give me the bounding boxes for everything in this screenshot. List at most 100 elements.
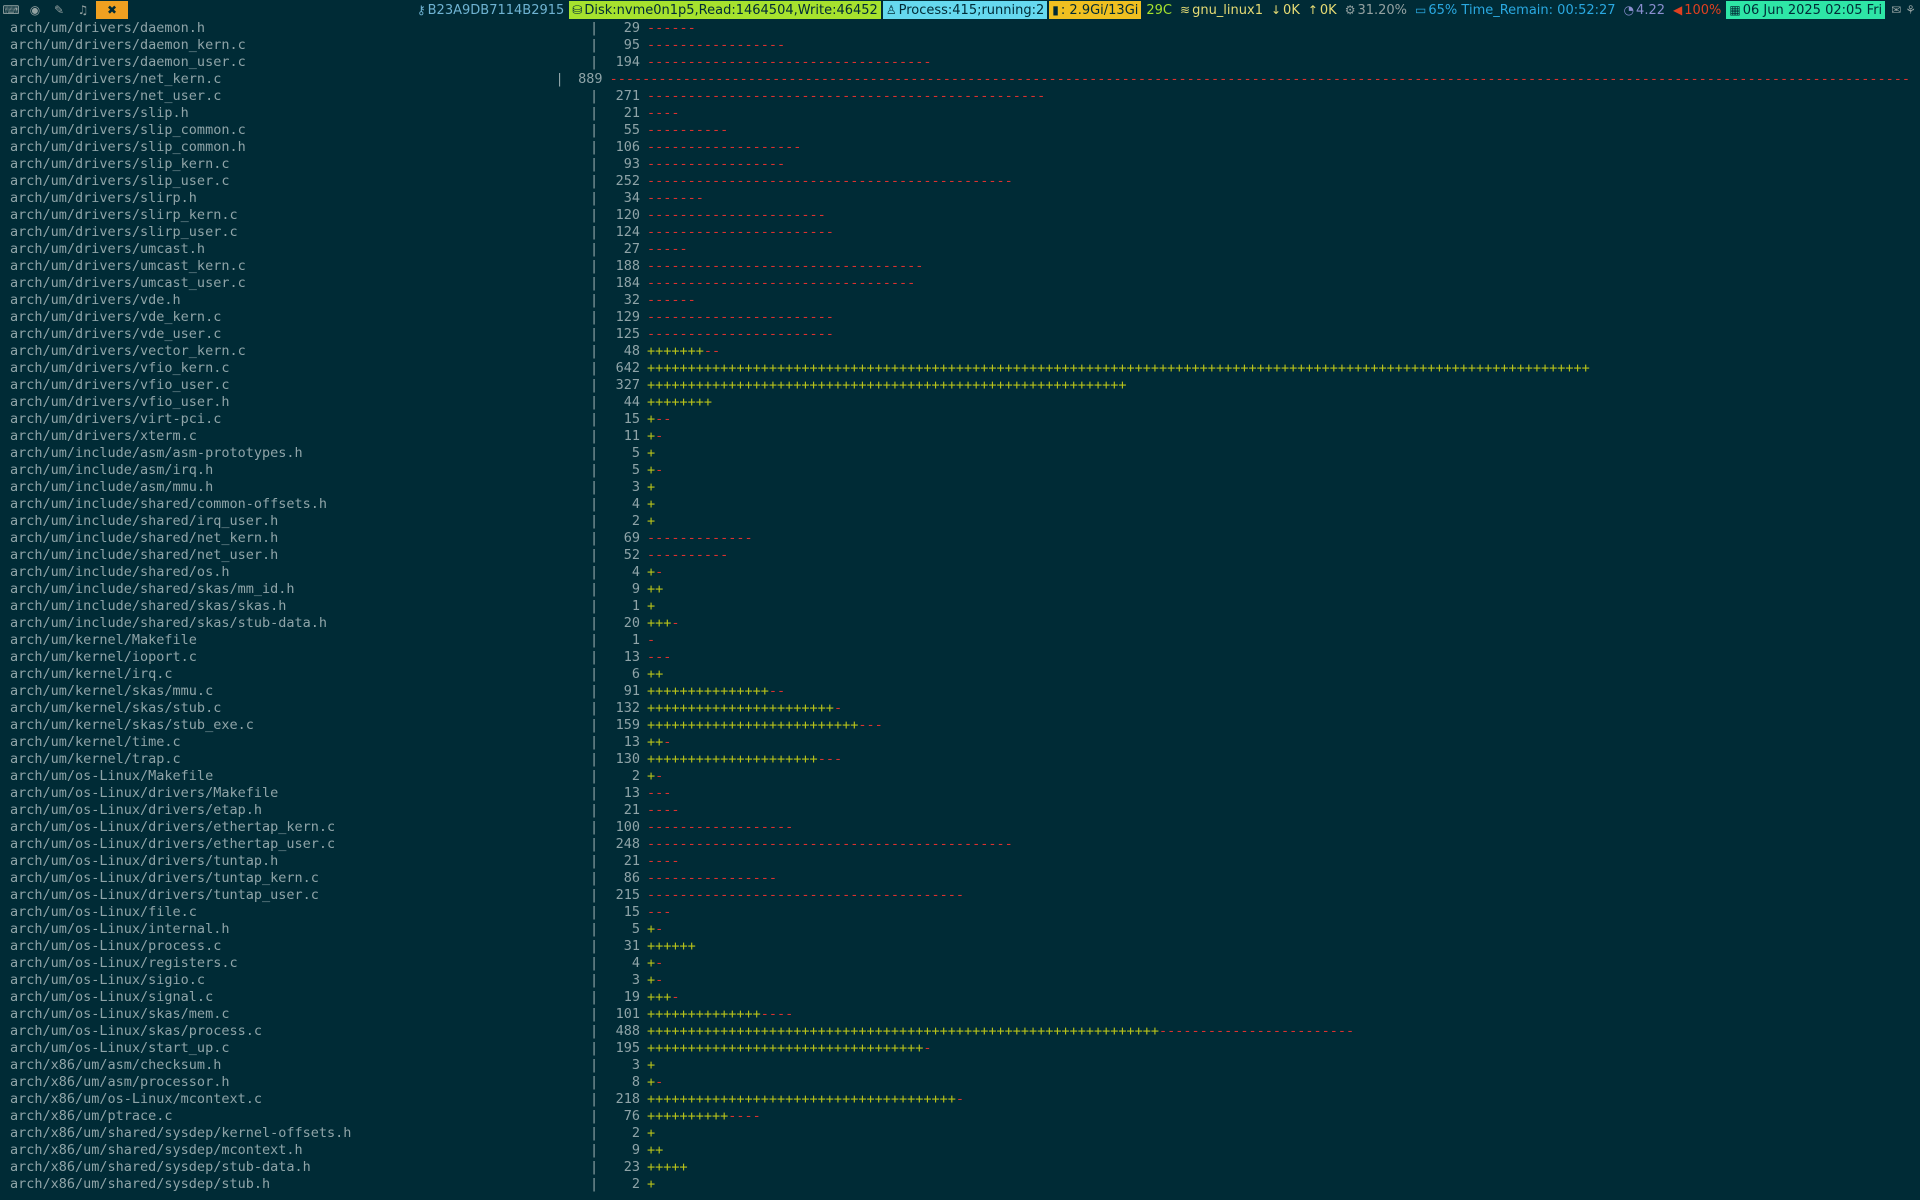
deletions-bar: ----------------------------------------… <box>647 88 1046 104</box>
diffstat-row: arch/um/include/shared/skas/mm_id.h | 9 ++ <box>10 581 1910 598</box>
column-separator: | <box>590 649 599 665</box>
diffstat-row: arch/um/drivers/vfio_user.c | 327 +++++++++… <box>10 377 1910 394</box>
deletions-bar: ---------- <box>647 547 729 563</box>
column-separator: | <box>590 751 599 767</box>
editor-icon[interactable]: ✎ <box>48 1 70 19</box>
additions-bar: + <box>647 445 656 461</box>
file-path: arch/um/drivers/umcast_kern.c <box>10 258 246 274</box>
diffstat-row: arch/um/drivers/virt-pci.c | 15 +-- <box>10 411 1910 428</box>
change-count: 271 <box>615 88 640 104</box>
deletions-bar: - <box>671 989 680 1005</box>
file-path: arch/um/drivers/slip_common.c <box>10 122 246 138</box>
battery-icon: ▭ <box>1415 3 1427 17</box>
diffstat-row: arch/x86/um/shared/sysdep/mcontext.h | 9 ++ <box>10 1142 1910 1159</box>
change-count: 130 <box>615 751 640 767</box>
change-bar: ---------------------- <box>647 207 826 224</box>
file-path: arch/um/os-Linux/drivers/ethertap_user.c <box>10 836 336 852</box>
network-segment: ≋ gnu_linux1 <box>1177 1 1266 19</box>
additions-bar: ++++++ <box>647 938 696 954</box>
change-bar: ---- <box>647 853 680 870</box>
battery-segment: ▭ 65% Time_Remain: 00:52:27 <box>1412 1 1619 19</box>
change-bar: ++++++++++++++++++++++++++++++++++++++++… <box>647 1023 1354 1040</box>
process-segment: ♙ Process:415;running:2 <box>882 1 1048 19</box>
diffstat-row: arch/um/os-Linux/drivers/tuntap.h | 21 ---- <box>10 853 1910 870</box>
additions-bar: + <box>647 1074 656 1090</box>
diffstat-row: arch/um/drivers/vfio_kern.c | 642 +++++++++… <box>10 360 1910 377</box>
change-count: 642 <box>615 360 640 376</box>
change-bar: ----------------------- <box>647 326 834 343</box>
file-path: arch/um/os-Linux/signal.c <box>10 989 214 1005</box>
terminal-diffstat-output[interactable]: arch/um/drivers/daemon.h | 29 ------ arch/um… <box>10 20 1910 1198</box>
change-bar: +- <box>647 972 663 989</box>
column-separator: | <box>590 309 599 325</box>
column-separator: | <box>590 938 599 954</box>
file-path: arch/um/os-Linux/process.c <box>10 938 222 954</box>
browser-icon[interactable]: ◉ <box>24 1 46 19</box>
column-separator: | <box>590 258 599 274</box>
additions-bar: ++++++++++++++++++++++++++++++++++++++++… <box>647 1023 1160 1039</box>
file-path: arch/um/drivers/umcast_user.c <box>10 275 246 291</box>
change-count: 3 <box>631 479 640 495</box>
deletions-bar: ---- <box>647 105 680 121</box>
deletions-bar: ------------------- <box>647 139 802 155</box>
change-bar: +++++++++++++++-- <box>647 683 785 700</box>
additions-bar: + <box>647 972 656 988</box>
additions-bar: + <box>647 513 656 529</box>
network-tray-icon[interactable]: ⚘ <box>1905 3 1916 17</box>
file-path: arch/um/drivers/vfio_user.c <box>10 377 230 393</box>
deletions-bar: ----------------------------------------… <box>647 173 1013 189</box>
deletions-bar: --------------------------------- <box>647 275 916 291</box>
tools-icon[interactable]: ✖ <box>96 1 128 19</box>
change-count: 252 <box>615 173 640 189</box>
additions-bar: + <box>647 496 656 512</box>
file-path: arch/um/os-Linux/skas/mem.c <box>10 1006 230 1022</box>
file-path: arch/um/os-Linux/internal.h <box>10 921 230 937</box>
mail-icon[interactable]: ✉ <box>1891 3 1901 17</box>
terminal-icon[interactable]: ⌨ <box>0 1 22 19</box>
diffstat-row: arch/um/include/asm/mmu.h | 3 + <box>10 479 1910 496</box>
change-count: 9 <box>631 1142 640 1158</box>
linux-icon[interactable]: ♫ <box>72 1 94 19</box>
change-count: 13 <box>623 785 640 801</box>
change-count: 4 <box>631 496 640 512</box>
file-path: arch/um/include/shared/irq_user.h <box>10 513 279 529</box>
change-count: 106 <box>615 139 640 155</box>
change-bar: +- <box>647 1074 663 1091</box>
file-path: arch/um/os-Linux/file.c <box>10 904 197 920</box>
change-bar: +++++ <box>647 1159 688 1176</box>
additions-bar: +++ <box>647 989 672 1005</box>
deletions-bar: - <box>655 1074 664 1090</box>
diffstat-row: arch/um/drivers/slip_common.c | 55 --------… <box>10 122 1910 139</box>
change-bar: ----------------- <box>647 156 785 173</box>
deletions-bar: ------------- <box>647 530 753 546</box>
change-bar: ---------- <box>647 547 728 564</box>
file-path: arch/um/drivers/vfio_user.h <box>10 394 230 410</box>
deletions-bar: ---- <box>760 1006 794 1022</box>
column-separator: | <box>590 1040 599 1056</box>
change-count: 5 <box>631 921 640 937</box>
change-bar: +++- <box>647 989 680 1006</box>
change-bar: ----------------------------------------… <box>647 836 1013 853</box>
temperature-text: 29C <box>1146 2 1173 18</box>
column-separator: | <box>590 1142 599 1158</box>
change-count: 488 <box>615 1023 640 1039</box>
wifi-icon: ≋ <box>1180 3 1191 17</box>
change-bar: ------- <box>647 190 704 207</box>
arrow-up-icon: ↑ <box>1307 3 1318 17</box>
change-bar: ---------------- <box>647 870 777 887</box>
change-count: 1 <box>631 632 640 648</box>
file-path: arch/um/os-Linux/drivers/etap.h <box>10 802 262 818</box>
arrow-down-icon: ↓ <box>1270 3 1282 17</box>
net-down-segment: ↓ 0K <box>1268 1 1303 19</box>
change-count: 13 <box>623 649 640 665</box>
column-separator: | <box>590 921 599 937</box>
gpg-key-id: B23A9DB7114B2915 <box>427 2 565 18</box>
diffstat-row: arch/x86/um/asm/checksum.h | 3 + <box>10 1057 1910 1074</box>
column-separator: | <box>590 224 599 240</box>
file-path: arch/um/drivers/slip.h <box>10 105 189 121</box>
deletions-bar: ------ <box>647 292 696 308</box>
file-path: arch/um/drivers/daemon_user.c <box>10 54 246 70</box>
additions-bar: ++ <box>647 666 664 682</box>
diffstat-row: arch/um/include/shared/skas/skas.h | 1 + <box>10 598 1910 615</box>
change-count: 44 <box>623 394 640 410</box>
